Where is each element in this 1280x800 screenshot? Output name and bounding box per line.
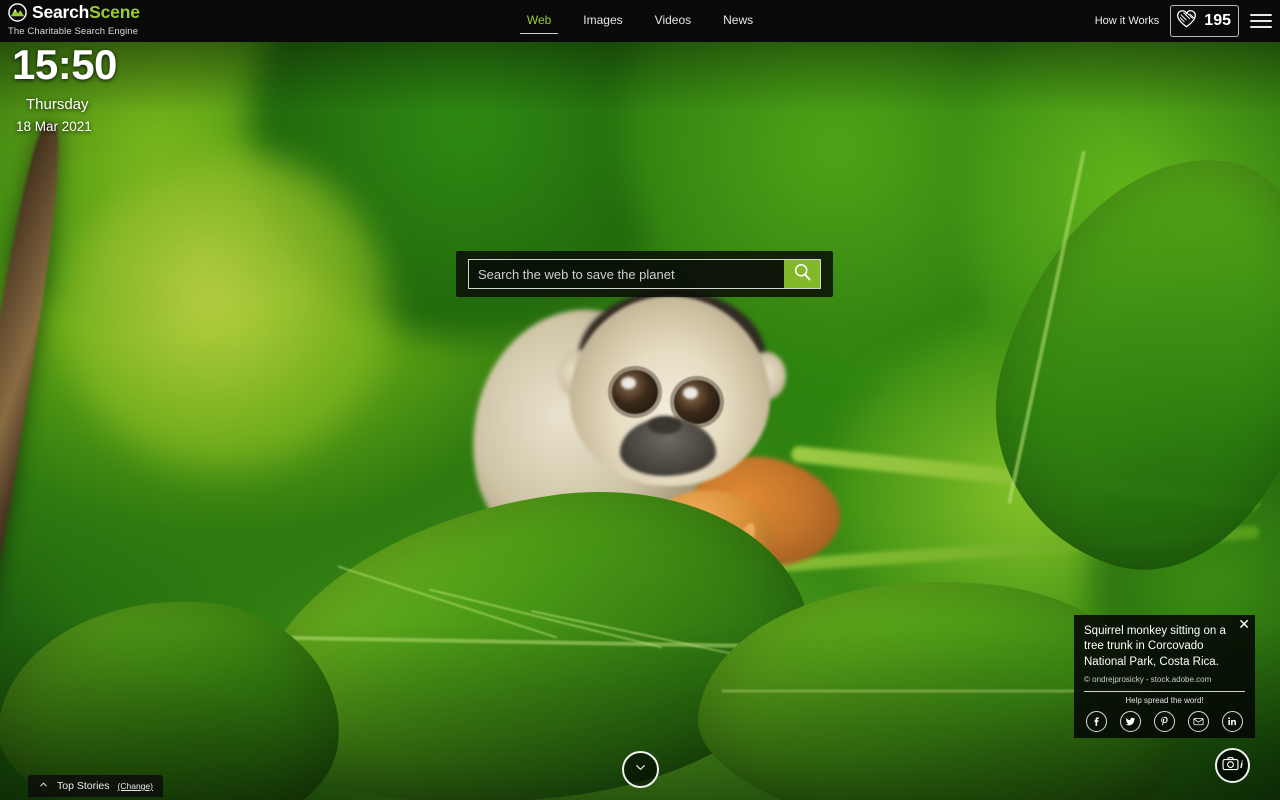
chevron-up-icon[interactable] [38,777,49,795]
search-submit-button[interactable] [784,260,820,288]
nav-item-images[interactable]: Images [581,4,624,38]
clock-weekday: Thursday [26,96,89,113]
search-input[interactable] [469,260,784,288]
top-stories-bar[interactable]: Top Stories (Change) [28,775,163,797]
image-credit: © ondrejprosicky - stock.adobe.com [1084,674,1212,684]
clock-date: 18 Mar 2021 [16,119,92,134]
camera-info-label: i [1240,759,1243,771]
nav-item-videos[interactable]: Videos [653,4,693,38]
top-stories-change-link[interactable]: (Change) [118,781,153,791]
header-right-controls: How it Works 195 [1095,0,1272,42]
main-nav: Web Images Videos News [0,0,1280,42]
scroll-down-button[interactable] [622,751,659,788]
twitter-icon[interactable] [1120,710,1141,732]
donation-count-value: 195 [1204,12,1231,29]
search-panel [456,251,833,297]
image-caption: Squirrel monkey sitting on a tree trunk … [1084,625,1226,668]
linkedin-icon[interactable] [1222,710,1243,732]
camera-icon [1222,756,1239,776]
clock-time: 15:50 [12,41,117,88]
image-info-toggle-button[interactable]: i [1215,748,1250,783]
pinterest-icon[interactable] [1154,710,1175,732]
top-header-bar: SearchScene The Charitable Search Engine… [0,0,1280,42]
nav-item-news[interactable]: News [721,4,755,38]
facebook-icon[interactable] [1086,710,1107,732]
how-it-works-link[interactable]: How it Works [1095,15,1160,27]
chevron-down-icon [633,760,648,780]
social-share-row [1084,710,1245,732]
image-info-card: ✕ Squirrel monkey sitting on a tree trun… [1074,615,1255,738]
divider [1084,690,1245,692]
heart-hands-icon [1176,9,1197,33]
share-prompt: Help spread the word! [1125,695,1204,705]
email-icon[interactable] [1188,710,1209,732]
search-box [468,259,821,289]
page-root: SearchScene The Charitable Search Engine… [0,0,1280,800]
hamburger-menu-icon[interactable] [1250,10,1272,32]
search-icon [792,262,813,286]
close-icon[interactable]: ✕ [1238,617,1250,631]
top-stories-label: Top Stories [57,780,110,792]
donation-counter-button[interactable]: 195 [1170,5,1239,37]
nav-item-web[interactable]: Web [519,4,559,38]
clock-widget: 15:50 Thursday 18 Mar 2021 [12,41,117,135]
